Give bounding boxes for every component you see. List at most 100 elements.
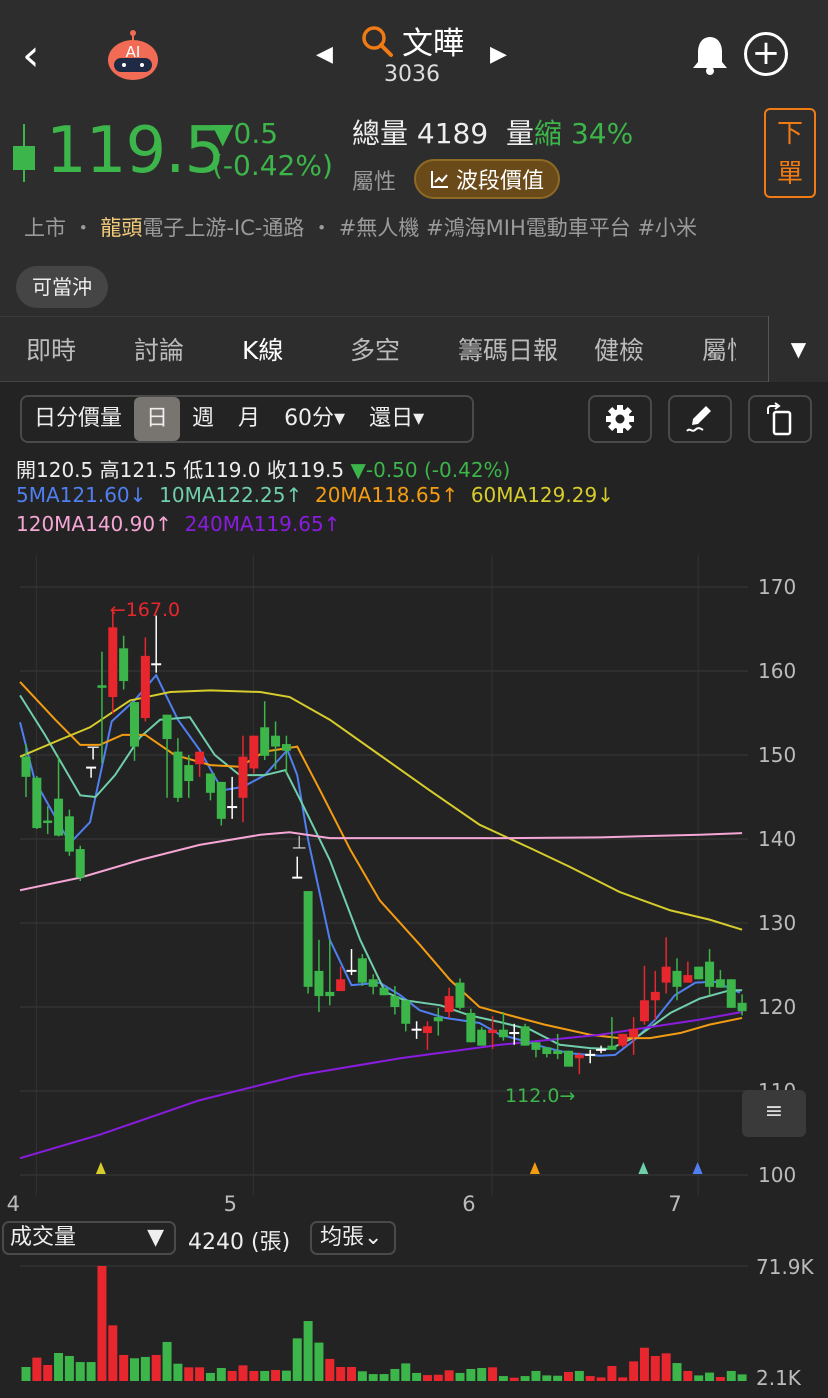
tab-realtime[interactable]: 即時 bbox=[0, 331, 108, 367]
search-icon bbox=[362, 25, 393, 57]
volume-indicator-select[interactable]: 成交量 ▼ bbox=[2, 1221, 176, 1255]
candle-body bbox=[32, 777, 42, 829]
period-day[interactable]: 日 bbox=[134, 397, 181, 441]
tag-topic[interactable]: #小米 bbox=[637, 216, 697, 240]
candle-body bbox=[97, 685, 107, 688]
volume-bar bbox=[401, 1363, 411, 1381]
candle-body bbox=[108, 627, 118, 698]
add-watchlist-button[interactable]: + bbox=[744, 32, 788, 76]
candle-body bbox=[184, 765, 194, 782]
volume-label: 量 bbox=[506, 117, 535, 150]
chevron-down-icon: ▼ bbox=[147, 1225, 164, 1250]
candle-body bbox=[368, 979, 378, 987]
volume-bar bbox=[433, 1374, 443, 1381]
candle-body bbox=[564, 1050, 573, 1067]
change-percent: (-0.42%) bbox=[212, 149, 333, 183]
next-stock-button[interactable]: ▶ bbox=[490, 42, 507, 67]
settings-button[interactable] bbox=[588, 395, 652, 443]
candle-body bbox=[379, 987, 389, 996]
candle-body bbox=[531, 1042, 541, 1050]
low-value: 低119.0 bbox=[183, 458, 261, 482]
candle-body bbox=[140, 655, 150, 719]
candle-body bbox=[466, 1012, 476, 1043]
candle-body bbox=[422, 1026, 432, 1034]
ma5-label: 5MA121.60↓ bbox=[16, 483, 147, 507]
date-tick-label: 6 bbox=[462, 1192, 476, 1216]
tab-health-check[interactable]: 健檢 bbox=[568, 331, 676, 367]
ma240-label: 240MA119.65↑ bbox=[184, 512, 341, 536]
draw-button[interactable] bbox=[668, 395, 732, 443]
period-month[interactable]: 月 bbox=[226, 397, 272, 441]
tag-topic[interactable]: #無人機 bbox=[339, 216, 420, 240]
period-week[interactable]: 週 bbox=[180, 397, 226, 441]
separator: ・ bbox=[72, 216, 94, 240]
wave-value-button[interactable]: 波段價值 bbox=[414, 159, 561, 199]
ma-line-5MA bbox=[19, 673, 741, 1057]
volume-bar bbox=[97, 1266, 107, 1381]
volume-bar bbox=[422, 1375, 432, 1381]
candle-body bbox=[336, 979, 346, 992]
period-intraday[interactable]: 日分價量 bbox=[22, 397, 134, 441]
stock-title[interactable]: 文曄 bbox=[360, 18, 464, 63]
volume-bar bbox=[520, 1376, 530, 1381]
tag-market[interactable]: 上市 bbox=[24, 216, 66, 240]
separator: ・ bbox=[311, 216, 333, 240]
volume-bar bbox=[683, 1370, 693, 1381]
candle-body bbox=[488, 1029, 498, 1034]
tag-leader[interactable]: 龍頭 bbox=[100, 216, 142, 240]
volume-bar bbox=[488, 1367, 498, 1381]
order-label-1: 下 bbox=[776, 119, 803, 149]
candle-body bbox=[477, 1029, 487, 1046]
volume-bar bbox=[629, 1361, 639, 1381]
candle-body bbox=[238, 756, 248, 798]
volume-state: 縮 bbox=[534, 117, 563, 150]
indicator-panel-button[interactable]: ≡ bbox=[742, 1090, 806, 1137]
doji-mark: T bbox=[87, 744, 100, 765]
candle-body bbox=[314, 970, 324, 997]
doji-mark: ⊥ bbox=[291, 833, 307, 854]
candle-body bbox=[390, 996, 400, 1007]
ai-assistant-icon[interactable]: AI bbox=[104, 30, 162, 80]
tab-attribute[interactable]: 屬性 bbox=[676, 331, 736, 367]
tab-chips-daily[interactable]: 籌碼日報 bbox=[432, 331, 568, 367]
candle-body bbox=[216, 781, 226, 819]
period-60min[interactable]: 60分▾ bbox=[272, 397, 357, 441]
candle-body bbox=[694, 966, 704, 980]
prev-stock-button[interactable]: ◀ bbox=[316, 42, 333, 67]
volume-bar bbox=[54, 1352, 64, 1381]
volume-bar bbox=[379, 1374, 389, 1381]
candle-body bbox=[553, 1050, 563, 1055]
volume-bar bbox=[260, 1370, 270, 1381]
candle-body bbox=[119, 648, 129, 682]
ohlc-readout: 開120.5 高121.5 低119.0 收119.5 ▼-0.50 (-0.4… bbox=[16, 454, 510, 483]
candle-body bbox=[520, 1026, 530, 1046]
volume-bar bbox=[43, 1365, 53, 1381]
tag-industry[interactable]: 電子上游-IC-通路 bbox=[142, 216, 304, 240]
tab-discussion[interactable]: 討論 bbox=[108, 331, 216, 367]
candle-body bbox=[650, 991, 660, 1001]
volume-bar bbox=[336, 1366, 346, 1381]
volume-bar bbox=[466, 1368, 476, 1381]
price-tick-label: 160 bbox=[758, 659, 796, 683]
price-restore[interactable]: 還日▾ bbox=[357, 397, 436, 441]
place-order-button[interactable]: 下單 bbox=[764, 108, 816, 198]
volume-unit-button[interactable]: 均張⌄ bbox=[310, 1221, 396, 1255]
bell-icon[interactable] bbox=[690, 34, 730, 76]
rotate-screen-button[interactable] bbox=[748, 395, 812, 443]
back-button[interactable]: ‹ bbox=[22, 34, 40, 78]
volume-bar bbox=[108, 1325, 118, 1381]
tag-topic[interactable]: #鴻海MIH電動車平台 bbox=[426, 216, 631, 240]
volume-bar bbox=[173, 1363, 183, 1381]
candle-body bbox=[260, 727, 270, 756]
volume-bar bbox=[151, 1354, 161, 1381]
price-tick-label: 100 bbox=[758, 1163, 796, 1187]
attribute-label: 屬性 bbox=[352, 170, 397, 195]
tab-long-short[interactable]: 多空 bbox=[324, 331, 432, 367]
tab-bar: 即時 討論 K線 多空 籌碼日報 健檢 屬性 bbox=[0, 316, 828, 382]
daytrade-badge[interactable]: 可當沖 bbox=[16, 266, 108, 308]
volume-bar bbox=[140, 1356, 150, 1381]
tab-kline[interactable]: K線 bbox=[216, 331, 324, 367]
volume-chart: 71.9K 2.1K bbox=[20, 1255, 815, 1390]
tab-more-button[interactable]: ▼ bbox=[768, 316, 828, 382]
kline-chart[interactable]: 170160150140130120110100T⊥←167.0112.0→ bbox=[0, 555, 828, 1195]
